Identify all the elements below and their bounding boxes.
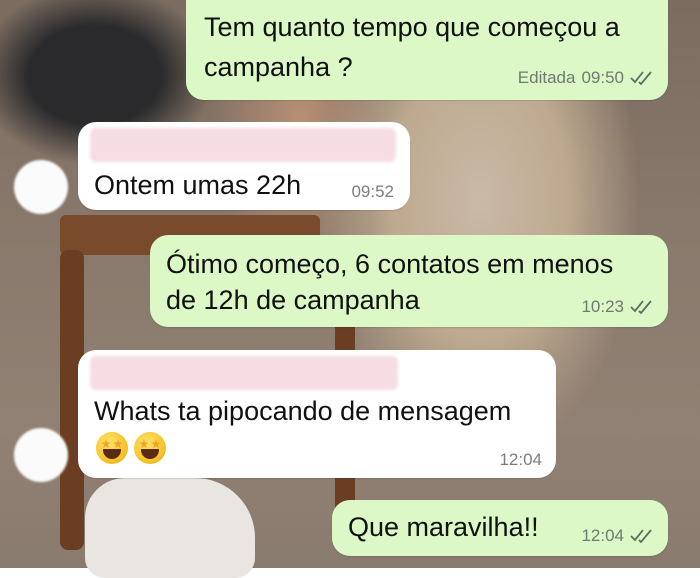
message-time: 10:23 bbox=[581, 297, 624, 316]
message-text-line: Ótimo começo, 6 contatos em menos bbox=[166, 249, 614, 279]
blurred-avatar[interactable] bbox=[14, 160, 68, 214]
star-struck-emoji-icon bbox=[96, 432, 128, 464]
message-meta: 12:04 bbox=[499, 450, 542, 470]
message-time: 09:50 bbox=[581, 68, 624, 87]
message-meta: 12:04 bbox=[581, 526, 654, 546]
message-bubble-incoming[interactable]: Whats ta pipocando de mensagem 12:04 bbox=[78, 350, 556, 478]
blurred-sender-name bbox=[90, 356, 398, 390]
double-check-icon bbox=[630, 300, 652, 314]
message-bubble-outgoing[interactable]: Tem quanto tempo que começou a campanha … bbox=[186, 0, 668, 100]
message-bubble-outgoing[interactable]: Que maravilha!! 12:04 bbox=[332, 500, 668, 556]
star-struck-emoji-icon bbox=[134, 432, 166, 464]
wallpaper-sneaker bbox=[85, 478, 255, 578]
message-time: 12:04 bbox=[581, 526, 624, 545]
blurred-avatar[interactable] bbox=[14, 428, 68, 482]
message-text-line: campanha ? bbox=[204, 52, 353, 82]
blurred-sender-name bbox=[90, 128, 396, 162]
message-meta: Editada 09:50 bbox=[518, 68, 654, 88]
message-text-line: Tem quanto tempo que começou a bbox=[204, 12, 620, 42]
message-text-line: Ontem umas 22h bbox=[94, 170, 302, 200]
double-check-icon bbox=[630, 71, 652, 85]
message-time: 09:52 bbox=[351, 182, 394, 201]
edited-label: Editada bbox=[517, 68, 576, 87]
message-time: 12:04 bbox=[499, 450, 542, 469]
message-text-line: de 12h de campanha bbox=[166, 285, 420, 315]
message-bubble-incoming[interactable]: Ontem umas 22h 09:52 bbox=[78, 122, 410, 210]
message-meta: 10:23 bbox=[581, 297, 654, 317]
message-text-line: Whats ta pipocando de mensagem bbox=[94, 396, 512, 426]
message-bubble-outgoing[interactable]: Ótimo começo, 6 contatos em menos de 12h… bbox=[150, 235, 668, 327]
message-meta: 09:52 bbox=[351, 182, 394, 202]
double-check-icon bbox=[630, 529, 652, 543]
message-text-line: Que maravilha!! bbox=[348, 512, 539, 542]
